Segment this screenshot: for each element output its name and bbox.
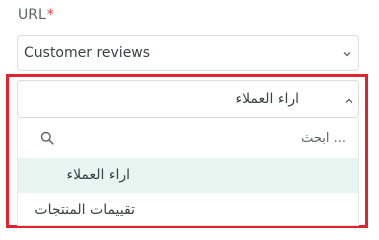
customer-reviews-select[interactable]: Customer reviews <box>17 35 359 71</box>
dropdown-option-customer-opinions[interactable]: اراء العملاء <box>18 158 358 193</box>
reviews-select-value: اراء العملاء <box>235 91 299 107</box>
reviews-dropdown: اراء العملاء تقييمات المنتجات <box>17 118 359 226</box>
option-label: تقييمات المنتجات <box>34 202 135 218</box>
required-mark: * <box>46 7 54 23</box>
chevron-up-icon <box>344 96 354 106</box>
search-icon <box>40 130 54 149</box>
reviews-select[interactable]: اراء العملاء <box>17 80 359 118</box>
url-label-text: URL <box>18 7 46 23</box>
option-label: اراء العملاء <box>66 167 130 183</box>
chevron-down-icon <box>342 49 352 59</box>
dropdown-search-input[interactable] <box>66 124 350 152</box>
dropdown-search-row <box>18 118 358 158</box>
dropdown-option-product-ratings[interactable]: تقييمات المنتجات <box>18 193 358 228</box>
customer-reviews-select-value: Customer reviews <box>24 45 151 61</box>
url-field-label: URL* <box>18 7 54 23</box>
